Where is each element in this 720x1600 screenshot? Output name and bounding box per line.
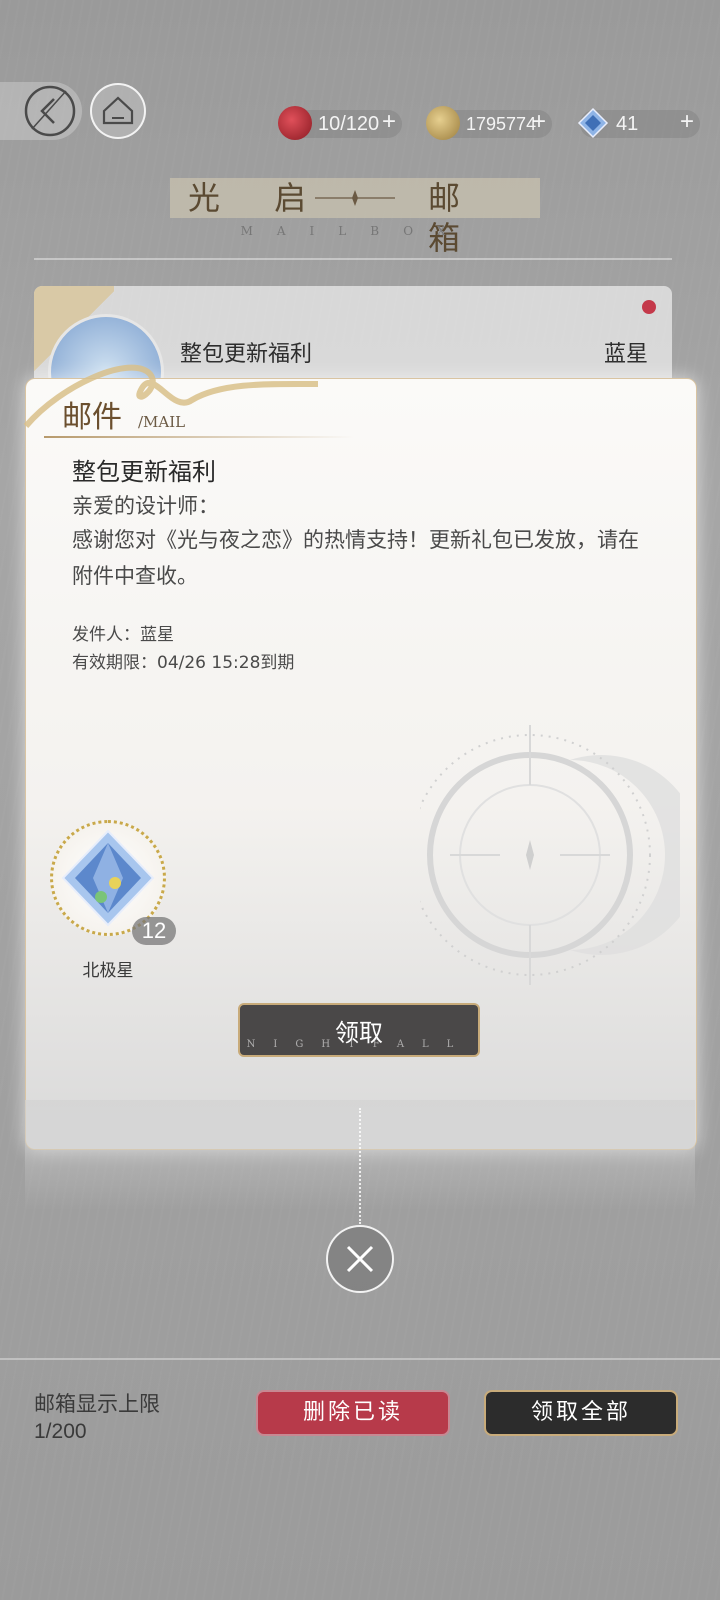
home-icon: [102, 96, 134, 125]
close-button[interactable]: [326, 1225, 394, 1293]
back-button[interactable]: [0, 82, 82, 140]
mailbox-limit-value: 1/200: [34, 1420, 87, 1443]
title-left: 光 启: [188, 179, 329, 217]
close-connector-line: [359, 1108, 361, 1224]
claim-all-button[interactable]: 领取全部: [484, 1390, 678, 1436]
apple-stamina-icon: [278, 106, 312, 140]
mailbox-title: 光 启 邮 箱 MAILBOX: [170, 178, 540, 257]
title-star-divider-icon: [315, 190, 395, 206]
title-right: 邮 箱: [428, 179, 483, 257]
title-divider: [34, 258, 672, 260]
mailbox-limit-label: 邮箱显示上限: [34, 1392, 160, 1416]
mail-expiry: 有效期限：04/26 15:28到期: [72, 653, 295, 673]
mail-item-sender: 蓝星: [603, 342, 648, 367]
claim-button[interactable]: 领取 NIGHTFALL: [238, 1003, 480, 1057]
close-icon: [346, 1245, 374, 1273]
mail-sender: 发件人：蓝星: [72, 625, 174, 645]
mail-title: 整包更新福利: [72, 458, 216, 486]
moon-sun-decoration-icon: [420, 725, 680, 985]
delete-read-button[interactable]: 删除已读: [256, 1390, 450, 1436]
add-stamina-icon[interactable]: +: [382, 108, 396, 136]
footer-divider: [0, 1358, 720, 1360]
attachment-count: 12: [132, 917, 176, 945]
star-counter[interactable]: 41 +: [577, 107, 700, 139]
claim-sublabel: NIGHTFALL: [246, 1039, 472, 1050]
mail-tag-underline: [44, 436, 354, 438]
attachment-name: 北极星: [82, 961, 134, 981]
back-icon: [24, 85, 76, 137]
mail-tag: 邮件: [62, 400, 122, 435]
home-button[interactable]: [90, 83, 146, 139]
blue-star-icon: [577, 107, 609, 139]
stamina-counter[interactable]: 10/120 +: [278, 106, 402, 140]
mail-tag-english: /MAIL: [138, 413, 186, 431]
add-star-icon[interactable]: +: [680, 108, 694, 136]
mail-body: 感谢您对《光与夜之恋》的热情支持！更新礼包已发放，请在附件中查收。: [72, 528, 639, 588]
add-gold-icon[interactable]: +: [532, 108, 546, 136]
mail-greeting: 亲爱的设计师：: [72, 494, 219, 518]
gold-counter[interactable]: 1795774 +: [426, 106, 552, 140]
gold-coin-icon: [426, 106, 460, 140]
title-subtitle: MAILBOX: [240, 224, 470, 238]
unread-dot: [642, 300, 656, 314]
attachment-item[interactable]: 12 北极星: [50, 820, 176, 981]
